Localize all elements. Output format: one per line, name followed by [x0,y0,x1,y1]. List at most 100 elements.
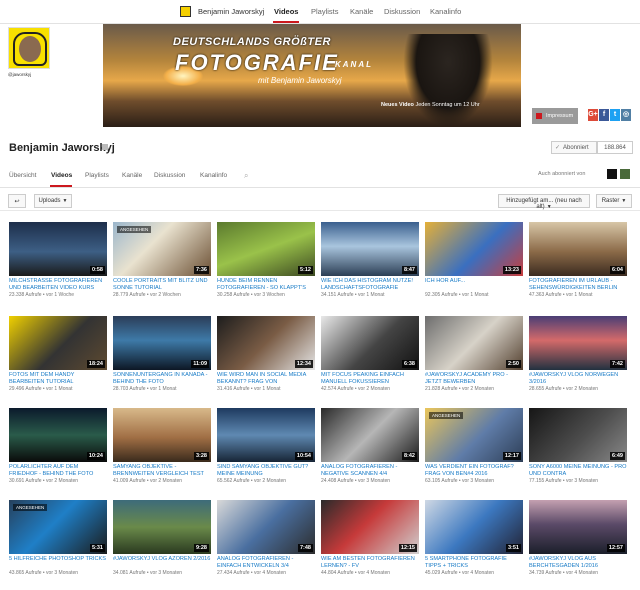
video-tile[interactable]: ANGESEHEN 5:31 5 HILFREICHE PHOTOSHOP TRIC… [9,500,107,586]
video-tile[interactable]: 6:04 FOTOGRAFIEREN IM URLAUB - SEHENSWÜRD… [529,222,627,308]
subscriber-avatar[interactable] [607,169,617,179]
video-title[interactable]: ANALOG FOTOGRAFIEREN - EINFACH ENTWICKEL… [217,556,315,569]
video-thumbnail[interactable]: 8:42 [321,408,419,462]
video-tile[interactable]: 2:50 #jaworskyj ACADEMY PRO - JETZT BEWER… [425,316,523,402]
video-tile[interactable]: 5:12 HUNDE BEIM RENNEN FOTOGRAFIEREN - SO… [217,222,315,308]
impressum-link[interactable]: Impressum [532,108,578,124]
video-tile[interactable]: 18:24 FOTOS MIT DEM HANDY BEARBEITEN TUTO… [9,316,107,402]
channel-mini-avatar[interactable] [180,6,191,17]
twitter-icon[interactable]: t [610,109,620,121]
video-tile[interactable]: 13:23 ICH HÖR AUF... 92.305 Aufrufe • vor … [425,222,523,308]
video-thumbnail[interactable]: 0:58 [9,222,107,276]
video-thumbnail[interactable]: ANGESEHEN 5:31 [9,500,107,554]
video-title[interactable]: WAS VERDIENT EIN FOTOGRAF? FRAG VON BEN#… [425,464,523,477]
topnav-tab-videos[interactable]: Videos [274,7,298,16]
video-thumbnail[interactable]: 12:34 [217,316,315,370]
tab-overview[interactable]: Übersicht [9,172,36,179]
video-tile[interactable]: 10:54 SIND SAMYANG OBJEKTIVE GUT? MEINE M… [217,408,315,494]
video-tile[interactable]: 3:28 SAMYANG OBJEKTIVE - BRENNWEITEN VERG… [113,408,211,494]
video-title[interactable]: FOTOS MIT DEM HANDY BEARBEITEN TUTORIAL [9,372,107,385]
video-title[interactable]: FOTOGRAFIEREN IM URLAUB - SEHENSWÜRDIGKE… [529,278,627,291]
video-tile[interactable]: 8:42 ANALOG FOTOGRAFIEREN - NEGATIVE SCAN… [321,408,419,494]
topnav-tab-discussion[interactable]: Diskussion [384,7,420,16]
video-tile[interactable]: 12:15 WIE AM BESTEN FOTOGRAFIEREN LERNEN?… [321,500,419,586]
topnav-tab-channels[interactable]: Kanäle [350,7,373,16]
tab-playlists[interactable]: Playlists [85,172,109,179]
video-thumbnail[interactable]: ANGESEHEN 12:17 [425,408,523,462]
video-title[interactable]: SIND SAMYANG OBJEKTIVE GUT? MEINE MEINUN… [217,464,315,477]
video-title[interactable]: #jaworskyj VLOG AZOREN 2/2016 [113,556,211,563]
topnav-channel-name[interactable]: Benjamin Jaworskyj [198,7,264,16]
video-thumbnail[interactable]: 6:38 [321,316,419,370]
video-thumbnail[interactable]: 3:28 [113,408,211,462]
video-title[interactable]: #jaworskyj ACADEMY PRO - JETZT BEWERBEN [425,372,523,385]
video-title[interactable]: MIT FOCUS PEAKING EINFACH MANUELL FOKUSS… [321,372,419,385]
video-title[interactable]: 5 SMARTPHONE FOTOGRAFIE TIPPS + TRICKS [425,556,523,569]
video-tile[interactable]: 9:28 #jaworskyj VLOG AZOREN 2/2016 34.081 … [113,500,211,586]
video-title[interactable]: ANALOG FOTOGRAFIEREN - NEGATIVE SCANNEN … [321,464,419,477]
video-tile[interactable]: 8:47 WIE ICH DAS HISTOGRAM NUTZE! Landsch… [321,222,419,308]
video-thumbnail[interactable]: 2:50 [425,316,523,370]
video-title[interactable]: WIE WIRD MAN IN SOCIAL MEDIA BEKANNT? FR… [217,372,315,385]
video-thumbnail[interactable]: 7:48 [217,500,315,554]
video-tile[interactable]: 10:24 POLARLICHTER AUF DEM FRIEDHOF - BEH… [9,408,107,494]
uploads-dropdown[interactable]: Uploads ▼ [34,194,72,208]
video-meta: 28.655 Aufrufe • vor 2 Monaten [529,386,599,392]
video-thumbnail[interactable]: 10:54 [217,408,315,462]
video-tile[interactable]: 6:38 MIT FOCUS PEAKING EINFACH MANUELL FO… [321,316,419,402]
video-thumbnail[interactable]: 12:15 [321,500,419,554]
video-tile[interactable]: ANGESEHEN 7:36 COOLE PORTRAITS MIT BLITZ U… [113,222,211,308]
video-thumbnail[interactable]: 18:24 [9,316,107,370]
topnav-tab-playlists[interactable]: Playlists [311,7,339,16]
video-thumbnail[interactable]: 6:49 [529,408,627,462]
video-title[interactable]: #jaworskyj VLOG AUS BERCHTESGADEN 1/2016 [529,556,627,569]
video-title[interactable]: COOLE PORTRAITS MIT BLITZ UND SONNE TUTO… [113,278,211,291]
subscribe-button[interactable]: Abonniert [551,141,597,154]
video-thumbnail[interactable]: ANGESEHEN 7:36 [113,222,211,276]
video-title[interactable]: 5 HILFREICHE PHOTOSHOP TRICKS [9,556,107,563]
video-tile[interactable]: 0:58 MILCHSTRAßE FOTOGRAFIEREN UND BEARBE… [9,222,107,308]
video-title[interactable]: POLARLICHTER AUF DEM FRIEDHOF - BEHIND T… [9,464,107,477]
tab-discussion[interactable]: Diskussion [154,172,185,179]
subscriber-avatar[interactable] [620,169,630,179]
googleplus-icon[interactable]: G+ [588,109,598,121]
video-tile[interactable]: 6:49 SONY A6000 MEINE MEINUNG - PRO UND C… [529,408,627,494]
video-tile[interactable]: 12:57 #jaworskyj VLOG AUS BERCHTESGADEN 1… [529,500,627,586]
video-tile[interactable]: 7:42 #jaworskyj VLOG NORWEGEN 3/2016 28.65… [529,316,627,402]
search-icon[interactable]: ⌕ [244,171,248,181]
video-title[interactable]: HUNDE BEIM RENNEN FOTOGRAFIEREN - SO KLA… [217,278,315,291]
video-thumbnail[interactable]: 3:51 [425,500,523,554]
video-title[interactable]: #jaworskyj VLOG NORWEGEN 3/2016 [529,372,627,385]
tab-channels[interactable]: Kanäle [122,172,142,179]
instagram-icon[interactable]: ◎ [621,109,631,121]
video-title[interactable]: WIE ICH DAS HISTOGRAM NUTZE! Landschafts… [321,278,419,291]
back-button[interactable]: ↩ [8,194,26,208]
video-thumbnail[interactable]: 13:23 [425,222,523,276]
video-thumbnail[interactable]: 6:04 [529,222,627,276]
video-title[interactable]: SONNENUNTERGANG IN KANADA - BEHIND THE F… [113,372,211,385]
video-title[interactable]: WIE AM BESTEN FOTOGRAFIEREN LERNEN? - Fv [321,556,419,569]
view-dropdown[interactable]: Raster ▼ [596,194,632,208]
tab-videos[interactable]: Videos [51,172,72,179]
video-thumbnail[interactable]: 10:24 [9,408,107,462]
video-thumbnail[interactable]: 8:47 [321,222,419,276]
video-tile[interactable]: 3:51 5 SMARTPHONE FOTOGRAFIE TIPPS + TRIC… [425,500,523,586]
video-thumbnail[interactable]: 5:12 [217,222,315,276]
video-thumbnail[interactable]: 12:57 [529,500,627,554]
topnav-tab-about[interactable]: Kanalinfo [430,7,461,16]
video-thumbnail[interactable]: 7:42 [529,316,627,370]
sort-dropdown[interactable]: Hinzugefügt am... (neu nach alt) ▼ [498,194,590,210]
channel-avatar[interactable] [8,27,50,69]
video-title[interactable]: MILCHSTRAßE FOTOGRAFIEREN UND BEARBEITEN… [9,278,107,291]
video-title[interactable]: SONY A6000 MEINE MEINUNG - PRO UND CONTR… [529,464,627,477]
video-title[interactable]: SAMYANG OBJEKTIVE - BRENNWEITEN VERGLEIC… [113,464,211,477]
tab-about[interactable]: Kanalinfo [200,172,227,179]
facebook-icon[interactable]: f [599,109,609,121]
video-thumbnail[interactable]: 9:28 [113,500,211,554]
video-thumbnail[interactable]: 11:09 [113,316,211,370]
video-title[interactable]: ICH HÖR AUF... [425,278,523,285]
video-tile[interactable]: 7:48 ANALOG FOTOGRAFIEREN - EINFACH ENTWI… [217,500,315,586]
video-tile[interactable]: 12:34 WIE WIRD MAN IN SOCIAL MEDIA BEKANN… [217,316,315,402]
video-tile[interactable]: 11:09 SONNENUNTERGANG IN KANADA - BEHIND … [113,316,211,402]
video-tile[interactable]: ANGESEHEN 12:17 WAS VERDIENT EIN FOTOGRAF?… [425,408,523,494]
